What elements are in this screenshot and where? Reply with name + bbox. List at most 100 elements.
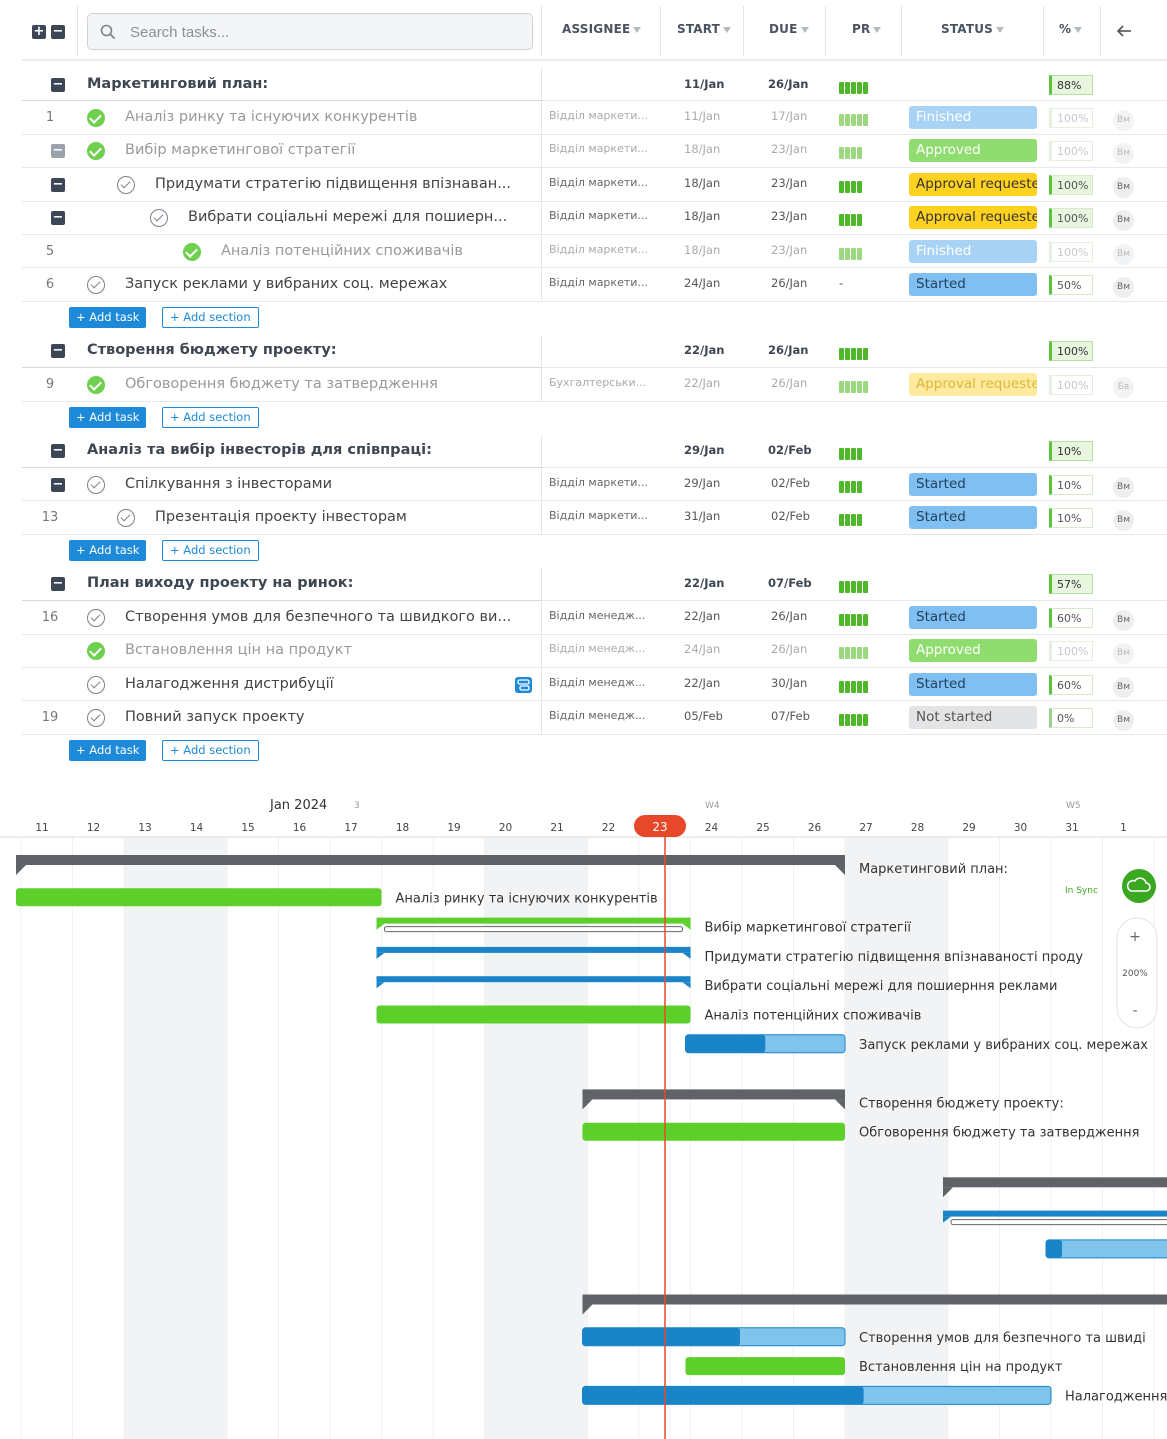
comment-icon[interactable] — [515, 676, 532, 693]
column-assignee[interactable]: ASSIGNEE — [562, 22, 642, 36]
status-badge[interactable]: Started — [909, 472, 1037, 496]
complete-task-checkbox[interactable] — [87, 709, 105, 728]
summary-bar[interactable] — [943, 1177, 1167, 1188]
assignee-cell[interactable]: Відділ маркети... — [549, 209, 667, 222]
status-badge[interactable]: Approved — [909, 639, 1037, 663]
collapse-section-icon[interactable]: − — [51, 344, 65, 359]
task-due-date[interactable]: 23/Jan — [771, 142, 807, 156]
task-start-date[interactable]: 22/Jan — [684, 609, 720, 623]
section-title[interactable]: Створення бюджету проекту: — [87, 342, 537, 358]
complete-task-checkbox[interactable] — [117, 175, 135, 194]
assignee-cell[interactable]: Відділ маркети... — [549, 243, 667, 256]
completed-check-icon[interactable] — [87, 375, 105, 394]
task-title[interactable]: Спілкування з інвесторами — [125, 476, 538, 492]
task-title[interactable]: Повний запуск проекту — [125, 709, 538, 725]
search-box[interactable] — [87, 13, 533, 51]
assignee-cell[interactable]: Відділ маркети... — [549, 509, 667, 522]
avatar[interactable]: Вм — [1113, 510, 1134, 532]
percent-complete[interactable]: 0% — [1049, 708, 1093, 729]
status-badge[interactable]: Started — [909, 672, 1037, 696]
task-due-date[interactable]: 26/Jan — [771, 376, 807, 390]
task-due-date[interactable]: 26/Jan — [771, 609, 807, 623]
priority-indicator[interactable] — [839, 478, 863, 493]
assignee-cell[interactable]: Відділ менедж... — [549, 609, 667, 622]
column-priority[interactable]: PR — [852, 22, 882, 36]
status-badge[interactable]: Approved — [909, 139, 1037, 163]
priority-indicator[interactable] — [839, 245, 863, 260]
status-badge[interactable]: Approval requested — [909, 172, 1037, 196]
percent-complete[interactable]: 100% — [1049, 241, 1093, 262]
task-start-date[interactable]: 29/Jan — [684, 476, 720, 490]
column-status[interactable]: STATUS — [941, 22, 1005, 36]
priority-indicator[interactable] — [839, 678, 869, 693]
status-badge[interactable]: Approval requested — [909, 372, 1037, 396]
avatar[interactable]: Вм — [1113, 176, 1134, 198]
summary-bar[interactable] — [582, 1089, 846, 1100]
task-bar-done[interactable] — [376, 1005, 691, 1024]
collapse-subtasks-icon[interactable]: − — [51, 144, 65, 159]
add-section-button[interactable]: + Add section — [162, 407, 259, 429]
complete-task-checkbox[interactable] — [87, 608, 105, 627]
task-start-date[interactable]: 24/Jan — [684, 642, 720, 656]
collapse-section-icon[interactable]: − — [51, 577, 65, 592]
task-bar-done[interactable] — [16, 888, 382, 907]
task-title[interactable]: Вибір маркетингової стратегії — [125, 142, 538, 158]
completed-check-icon[interactable] — [87, 642, 105, 661]
parent-task-bar[interactable] — [376, 976, 691, 983]
task-title[interactable]: Придумати стратегію підвищення впізнаван… — [155, 176, 538, 192]
task-title[interactable]: Налагодження дистрибуції — [125, 676, 505, 692]
zoom-in-button[interactable]: + — [1129, 929, 1141, 945]
task-due-date[interactable]: 07/Feb — [771, 709, 810, 723]
column-percent[interactable]: % — [1059, 22, 1083, 36]
assignee-cell[interactable]: Відділ маркети... — [549, 109, 667, 122]
status-badge[interactable]: Started — [909, 273, 1037, 297]
complete-task-checkbox[interactable] — [150, 209, 168, 228]
collapse-section-icon[interactable]: − — [51, 444, 65, 459]
priority-indicator[interactable] — [839, 711, 869, 727]
percent-complete[interactable]: 100% — [1049, 141, 1093, 162]
task-bar[interactable] — [1045, 1239, 1167, 1259]
column-start[interactable]: START — [677, 22, 732, 36]
avatar[interactable]: Вм — [1113, 710, 1134, 732]
section-title[interactable]: Аналіз та вибір інвесторів для співпраці… — [87, 442, 537, 458]
avatar[interactable]: Вм — [1113, 643, 1134, 665]
task-title[interactable]: Вибрати соціальні мережі для пошиерн... — [188, 209, 538, 225]
priority-indicator[interactable] — [839, 178, 863, 193]
avatar[interactable]: Вм — [1113, 243, 1134, 265]
task-title[interactable]: Аналіз ринку та існуючих конкурентів — [125, 109, 538, 125]
task-start-date[interactable]: 31/Jan — [684, 509, 720, 523]
task-title[interactable]: Презентація проекту інвесторам — [155, 509, 538, 525]
assignee-cell[interactable]: Відділ маркети... — [549, 176, 667, 189]
expand-all-icon[interactable]: + — [32, 25, 46, 39]
status-badge[interactable]: Not started — [909, 706, 1037, 730]
avatar[interactable]: Вм — [1113, 609, 1134, 631]
priority-empty[interactable]: - — [839, 276, 843, 290]
assignee-cell[interactable]: Бухгалтерськи... — [549, 376, 667, 389]
task-title[interactable]: Створення умов для безпечного та швидког… — [125, 609, 538, 625]
parent-task-bar[interactable] — [376, 946, 691, 953]
percent-complete[interactable]: 100% — [1049, 374, 1093, 395]
status-badge[interactable]: Finished — [909, 239, 1037, 263]
assignee-cell[interactable]: Відділ менедж... — [549, 676, 667, 689]
add-task-button[interactable]: + Add task — [69, 307, 147, 329]
task-due-date[interactable]: 23/Jan — [771, 176, 807, 190]
add-section-button[interactable]: + Add section — [162, 307, 259, 329]
status-badge[interactable]: Finished — [909, 106, 1037, 130]
priority-indicator[interactable] — [839, 211, 863, 227]
add-task-button[interactable]: + Add task — [69, 540, 147, 562]
task-due-date[interactable]: 17/Jan — [771, 109, 807, 123]
avatar[interactable]: Вм — [1113, 676, 1134, 698]
percent-complete[interactable]: 100% — [1049, 641, 1093, 662]
avatar[interactable]: Вм — [1113, 110, 1134, 132]
add-task-button[interactable]: + Add task — [69, 740, 147, 762]
status-badge[interactable]: Started — [909, 506, 1037, 530]
zoom-out-button[interactable]: - — [1132, 1003, 1137, 1019]
avatar[interactable]: Вм — [1113, 277, 1134, 299]
task-due-date[interactable]: 23/Jan — [771, 243, 807, 257]
task-start-date[interactable]: 18/Jan — [684, 142, 720, 156]
collapse-all-icon[interactable]: − — [51, 25, 65, 39]
assignee-cell[interactable]: Відділ менедж... — [549, 642, 667, 655]
summary-bar[interactable] — [16, 855, 845, 865]
collapse-subtasks-icon[interactable]: − — [51, 177, 65, 192]
avatar[interactable]: Бв — [1113, 376, 1134, 398]
